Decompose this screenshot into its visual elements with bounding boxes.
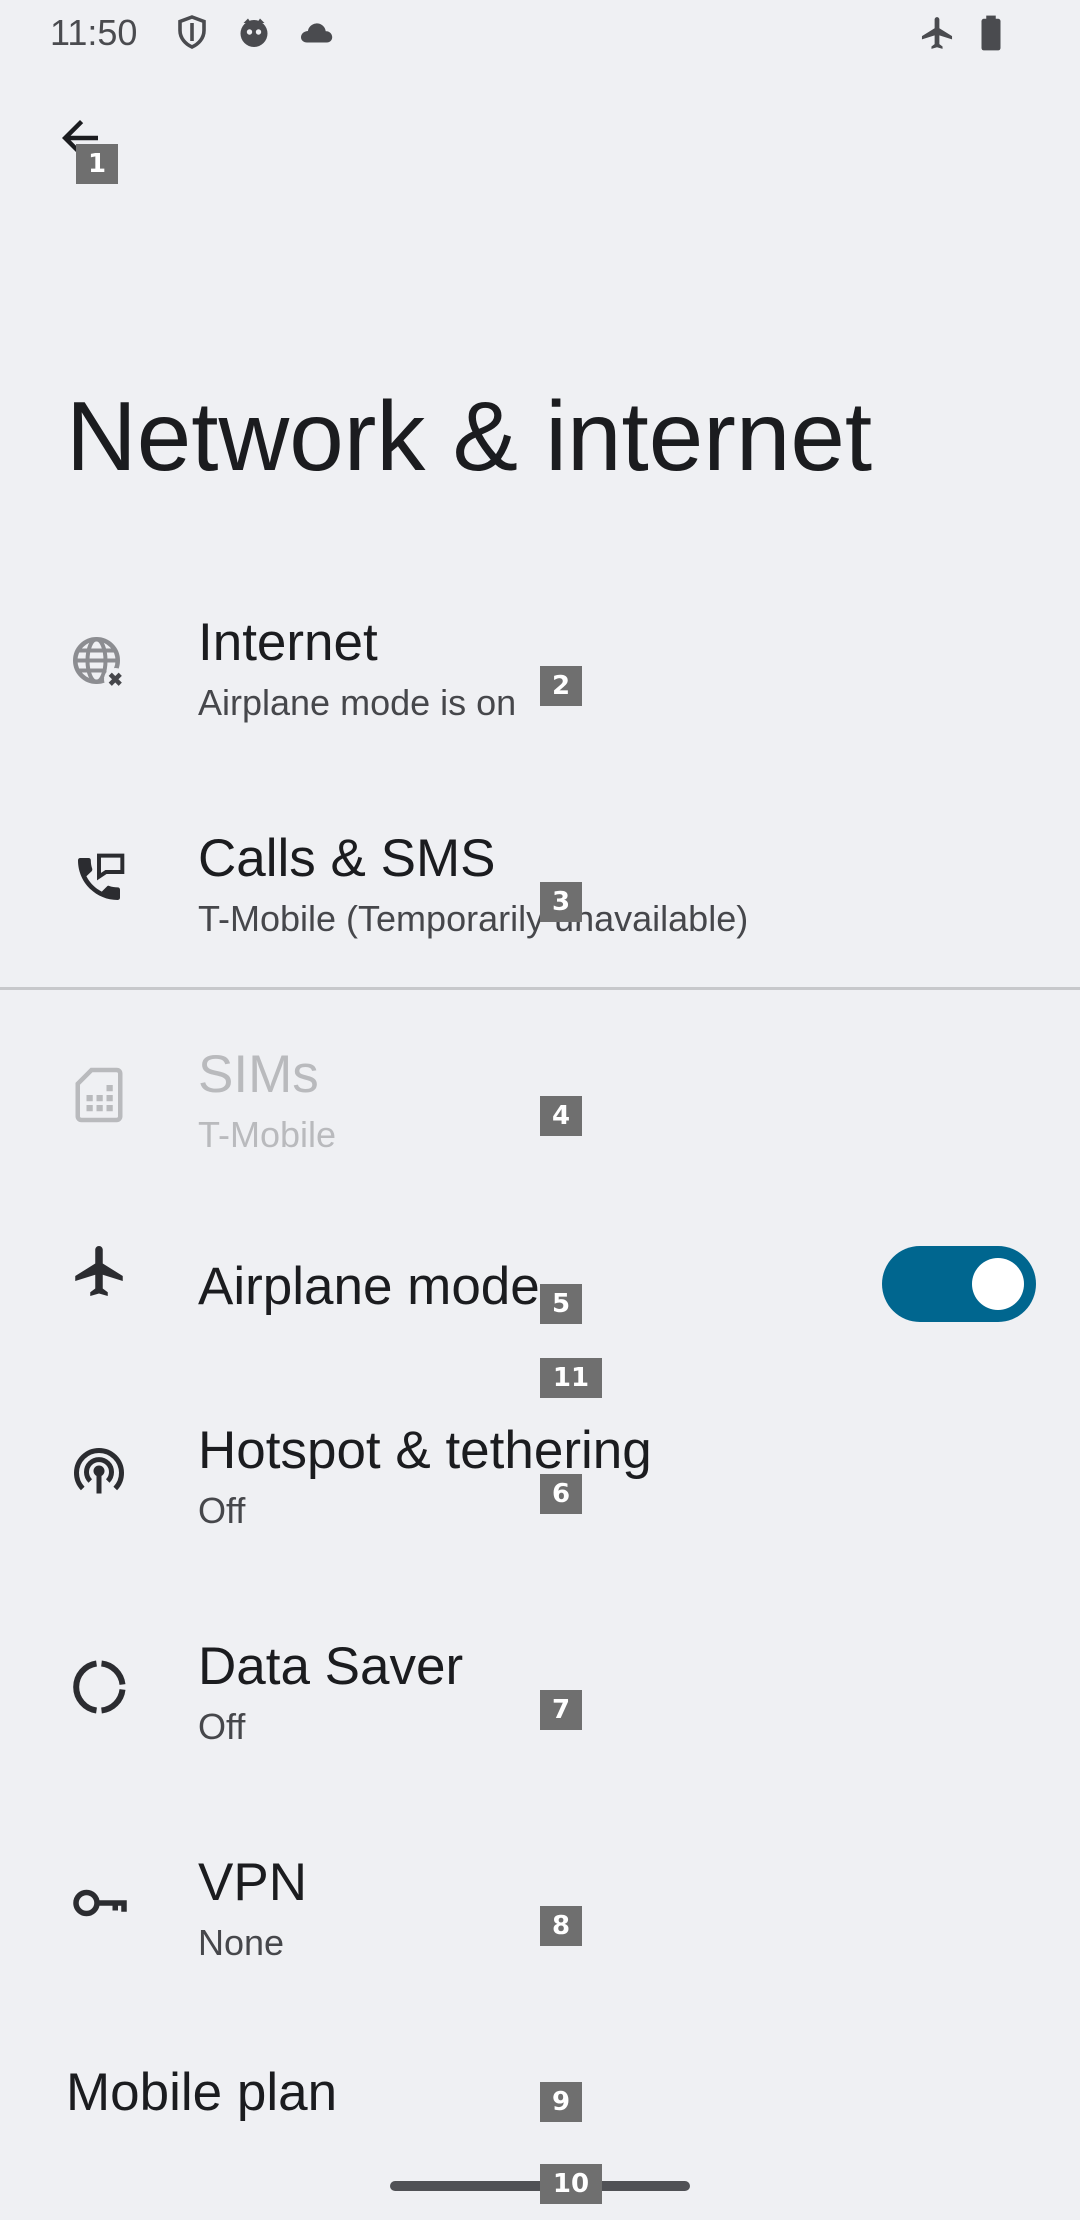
status-time: 11:50 <box>50 12 138 53</box>
sims-title: SIMs <box>198 1045 319 1104</box>
internet-item[interactable]: Internet Airplane mode is on <box>0 564 1080 764</box>
calls-sms-title: Calls & SMS <box>198 829 496 888</box>
battery-icon <box>978 14 1004 57</box>
overlay-tag: 1 <box>76 144 118 184</box>
vpn-item[interactable]: VPN None <box>0 1804 1080 2004</box>
overlay-tag: 9 <box>540 2082 582 2122</box>
data-saver-icon <box>64 1652 134 1722</box>
hotspot-summary: Off <box>198 1490 246 1531</box>
shield-icon <box>174 14 210 55</box>
overlay-tag: 8 <box>540 1906 582 1946</box>
calls-sms-summary: T-Mobile (Temporarily unavailable) <box>198 898 749 939</box>
overlay-tag: 3 <box>540 882 582 922</box>
overlay-tag: 5 <box>540 1284 582 1324</box>
divider <box>0 987 1080 990</box>
globe-off-icon <box>64 628 134 698</box>
calls-sms-item[interactable]: Calls & SMS T-Mobile (Temporarily unavai… <box>0 780 1080 980</box>
vpn-key-icon <box>64 1868 134 1938</box>
data-saver-item[interactable]: Data Saver Off <box>0 1588 1080 1788</box>
vpn-summary: None <box>198 1922 285 1963</box>
airplane-icon <box>918 14 956 57</box>
overlay-tag: 4 <box>540 1096 582 1136</box>
overlay-tag: 7 <box>540 1690 582 1730</box>
vpn-title: VPN <box>198 1853 307 1912</box>
data-saver-title: Data Saver <box>198 1637 464 1696</box>
overlay-tag: 2 <box>540 666 582 706</box>
page-title: Network & internet <box>66 381 873 491</box>
airplane-mode-title: Airplane mode <box>198 1257 540 1316</box>
gamepad-face-icon <box>236 14 272 55</box>
internet-title: Internet <box>198 613 378 672</box>
toggle-knob <box>972 1258 1024 1310</box>
hotspot-tethering-item[interactable]: Hotspot & tethering Off <box>0 1372 1080 1572</box>
hotspot-icon <box>64 1436 134 1506</box>
airplane-icon <box>64 1236 134 1306</box>
data-saver-summary: Off <box>198 1706 246 1747</box>
overlay-tag: 10 <box>540 2164 602 2204</box>
call-sms-icon <box>64 844 134 914</box>
overlay-tag: 6 <box>540 1474 582 1514</box>
cloud-icon <box>296 14 336 55</box>
sim-card-icon <box>64 1060 134 1130</box>
airplane-mode-toggle[interactable] <box>882 1246 1036 1322</box>
hotspot-title: Hotspot & tethering <box>198 1421 652 1480</box>
status-bar: 11:50 <box>0 0 1080 66</box>
internet-summary: Airplane mode is on <box>198 682 517 723</box>
sims-summary: T-Mobile <box>198 1114 337 1155</box>
mobile-plan-item[interactable]: Mobile plan <box>66 2062 337 2123</box>
